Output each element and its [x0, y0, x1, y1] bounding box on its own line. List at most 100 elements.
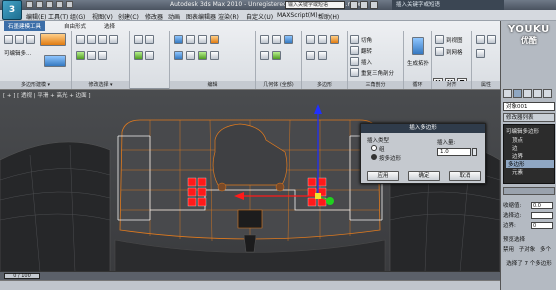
edit-item-chamfer[interactable]: 切角: [361, 36, 372, 44]
border-field[interactable]: 0: [531, 222, 553, 229]
bevel-icon[interactable]: [306, 35, 315, 44]
smooth-icon[interactable]: [487, 35, 496, 44]
menu-customize[interactable]: 自定义(U): [246, 12, 273, 21]
preview-multi[interactable]: 多个: [540, 247, 551, 253]
edit-item-insert[interactable]: 插入: [361, 58, 372, 66]
time-slider-bar[interactable]: 0 / 100: [0, 271, 500, 280]
flip-icon[interactable]: [318, 51, 327, 60]
stack-polygon[interactable]: 多边形: [506, 160, 554, 168]
collapse-icon[interactable]: [210, 51, 219, 60]
stack-cyan-icon[interactable]: [44, 55, 66, 67]
vertex-mode-icon[interactable]: [4, 35, 13, 44]
insert-small-icon[interactable]: [350, 57, 359, 66]
step-ring-icon[interactable]: [98, 51, 107, 60]
group-option-label[interactable]: 组: [379, 145, 385, 153]
inset-amount-field[interactable]: 1.0: [437, 148, 471, 156]
hinge-icon[interactable]: [306, 51, 315, 60]
menu-view[interactable]: 视图(V): [92, 12, 113, 21]
flip-small-icon[interactable]: [350, 46, 359, 55]
redo-icon[interactable]: [66, 1, 73, 8]
border-mode-icon[interactable]: [26, 35, 35, 44]
bridge-icon[interactable]: [186, 35, 195, 44]
menu-create[interactable]: 创建(C): [118, 12, 139, 21]
stack-edge[interactable]: 边: [512, 144, 518, 152]
menu-edit[interactable]: 编辑(E): [26, 12, 46, 21]
shrink-icon[interactable]: [87, 35, 96, 44]
undo-icon[interactable]: [56, 1, 63, 8]
hard-icon[interactable]: [476, 35, 485, 44]
weld-icon[interactable]: [210, 35, 219, 44]
cut-icon[interactable]: [145, 51, 154, 60]
align-to-view[interactable]: 到视图: [446, 36, 463, 44]
menu-tools[interactable]: 工具(T): [48, 12, 68, 21]
cancel-button[interactable]: 取消: [449, 171, 481, 181]
create-panel-icon[interactable]: [503, 89, 512, 98]
inset-amount-spinner[interactable]: [472, 148, 477, 156]
by-polygon-radio[interactable]: [371, 154, 377, 160]
attach-icon[interactable]: [260, 35, 269, 44]
inset-icon[interactable]: [330, 35, 339, 44]
motion-panel-icon[interactable]: [533, 89, 542, 98]
select-similar-icon[interactable]: [76, 51, 85, 60]
select-edge-field[interactable]: [531, 212, 553, 219]
group-radio[interactable]: [371, 145, 377, 151]
stack-border[interactable]: 边界: [512, 152, 523, 160]
menu-modifiers[interactable]: 修改器: [145, 12, 163, 21]
ok-button[interactable]: 确定: [408, 171, 440, 181]
swift-loop-icon[interactable]: [134, 51, 143, 60]
stack-tools-bar[interactable]: [503, 187, 555, 195]
by-polygon-label[interactable]: 按多边形: [379, 154, 401, 162]
retriangulate-icon[interactable]: [350, 68, 359, 77]
tab-selection[interactable]: 选择: [100, 21, 119, 31]
viewport-label[interactable]: [ + ] [ 透视 | 平滑 + 高光 + 边面 ]: [3, 91, 91, 99]
align-view-icon[interactable]: [435, 35, 444, 44]
modifier-list-dropdown[interactable]: 修改器列表: [503, 113, 555, 122]
save-file-icon[interactable]: [46, 1, 53, 8]
outline-icon[interactable]: [318, 35, 327, 44]
star-icon[interactable]: [360, 1, 368, 9]
grow-icon[interactable]: [76, 35, 85, 44]
dot-loop-icon[interactable]: [145, 35, 154, 44]
tab-graphite-modeling[interactable]: 石墨建模工具: [4, 21, 46, 31]
edit-item-retriangulate[interactable]: 重复三角剖分: [361, 69, 394, 77]
meshsmooth-icon[interactable]: [272, 51, 281, 60]
new-file-icon[interactable]: [26, 1, 33, 8]
target-weld-icon[interactable]: [174, 51, 183, 60]
align-to-grid[interactable]: 到网格: [446, 48, 463, 56]
menu-maxscript[interactable]: MAXScript(M): [277, 12, 318, 19]
polygon-mode-icon[interactable]: [40, 33, 66, 46]
menu-group[interactable]: 组(G): [70, 12, 85, 21]
generate-topology-label[interactable]: 生成拓扑: [407, 59, 429, 67]
open-file-icon[interactable]: [36, 1, 43, 8]
preview-subobject[interactable]: 子对象: [519, 247, 536, 253]
shrink-value-field[interactable]: 0.0: [531, 202, 553, 209]
search-input[interactable]: 输入关键字或短语: [285, 1, 345, 9]
modify-panel-icon[interactable]: [513, 89, 522, 98]
ring-icon[interactable]: [109, 35, 118, 44]
align-grid-icon[interactable]: [435, 47, 444, 56]
smooth30-icon[interactable]: [476, 49, 485, 58]
stack-element[interactable]: 元素: [512, 168, 523, 176]
binoculars-icon[interactable]: [350, 1, 358, 9]
extrude-icon[interactable]: [198, 35, 207, 44]
quickslice-icon[interactable]: [260, 51, 269, 60]
object-name-field[interactable]: 对象001: [503, 102, 555, 111]
chamfer-small-icon[interactable]: [350, 35, 359, 44]
loop-icon[interactable]: [98, 35, 107, 44]
time-slider-handle[interactable]: 0 / 100: [4, 273, 40, 279]
shift-icon[interactable]: [134, 35, 143, 44]
step-loop-icon[interactable]: [87, 51, 96, 60]
menu-rendering[interactable]: 渲染(R): [218, 12, 239, 21]
chamfer-icon[interactable]: [174, 35, 183, 44]
hierarchy-panel-icon[interactable]: [523, 89, 532, 98]
generate-topology-icon[interactable]: [412, 37, 424, 55]
app-logo-icon[interactable]: 3: [2, 0, 22, 20]
menu-help[interactable]: 帮助(H): [318, 12, 339, 21]
display-panel-icon[interactable]: [543, 89, 552, 98]
apply-button[interactable]: 应用: [367, 171, 399, 181]
detach-icon[interactable]: [272, 35, 281, 44]
edge-mode-icon[interactable]: [15, 35, 24, 44]
tab-freeform[interactable]: 自由形式: [60, 21, 90, 31]
menu-graph-editors[interactable]: 图表编辑器: [186, 12, 216, 21]
relax-icon[interactable]: [198, 51, 207, 60]
